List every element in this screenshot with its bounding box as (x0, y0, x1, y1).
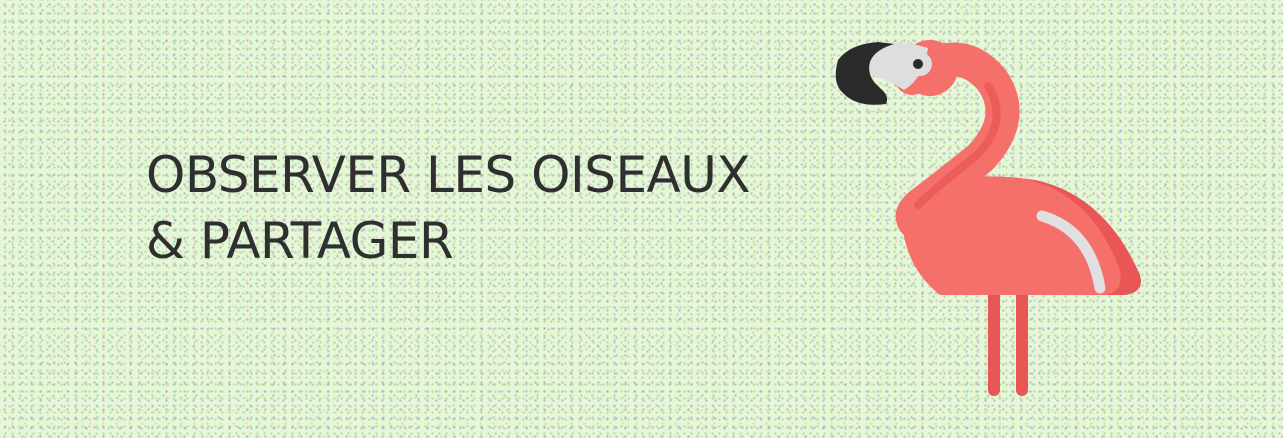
flamingo-eye (913, 59, 923, 69)
flamingo-legs (988, 286, 1028, 396)
headline-line-1: OBSERVER LES OISEAUX (146, 146, 751, 204)
hero-banner: OBSERVER LES OISEAUX & PARTAGER (0, 0, 1283, 438)
headline: OBSERVER LES OISEAUX & PARTAGER (146, 142, 751, 274)
headline-line-2: & PARTAGER (146, 212, 454, 270)
flamingo-icon (835, 40, 1141, 396)
